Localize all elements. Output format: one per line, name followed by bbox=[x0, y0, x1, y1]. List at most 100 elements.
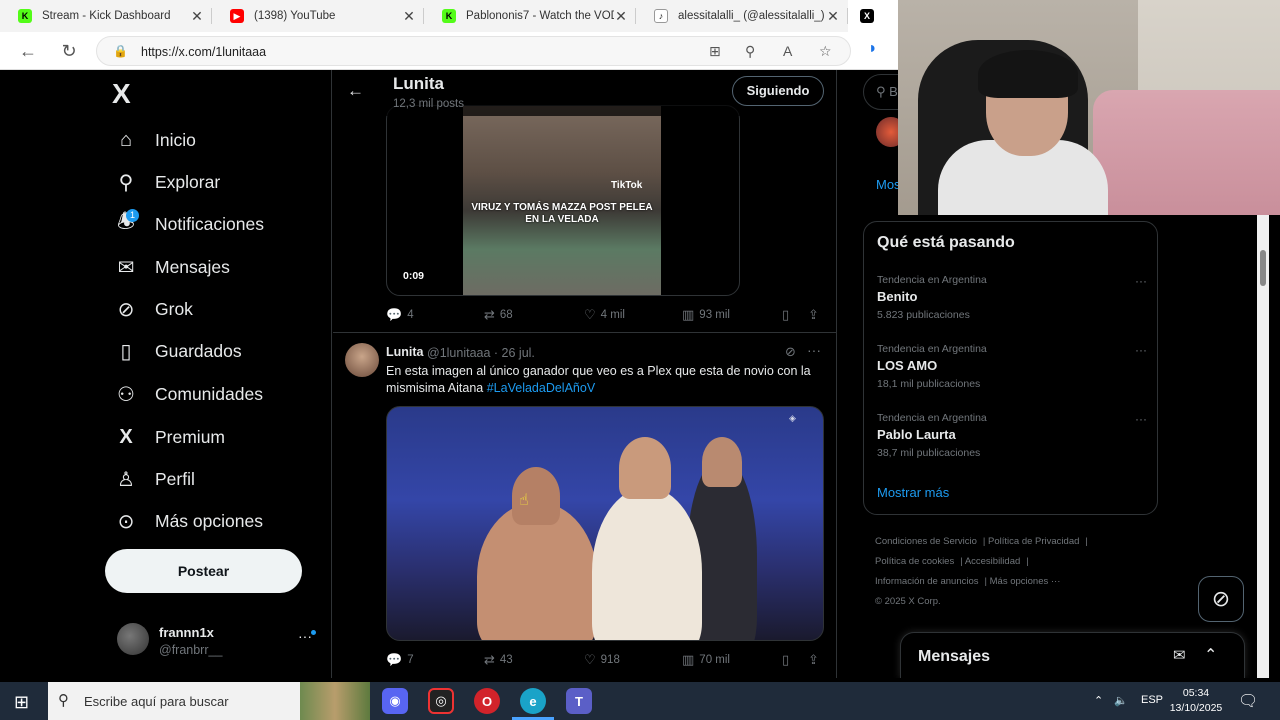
avatar[interactable] bbox=[117, 623, 149, 655]
views-button[interactable]: ▥ 93 mil bbox=[682, 307, 730, 323]
close-tab-icon[interactable]: ✕ bbox=[826, 8, 840, 25]
avatar[interactable] bbox=[345, 343, 379, 377]
like-count: 918 bbox=[600, 654, 620, 666]
trend-item[interactable]: Tendencia en Argentina Benito 5.823 publ… bbox=[877, 274, 1147, 321]
volume-icon[interactable]: 🔈 bbox=[1114, 694, 1128, 707]
close-tab-icon[interactable]: ✕ bbox=[190, 8, 204, 25]
opera-icon[interactable]: O bbox=[474, 688, 500, 714]
back-arrow-icon[interactable]: ← bbox=[347, 81, 364, 101]
obs-icon[interactable]: ◎ bbox=[428, 688, 454, 714]
post-image[interactable]: ◈ bbox=[386, 406, 824, 641]
like-button[interactable]: ♡ 918 bbox=[584, 652, 620, 668]
tray-chevron-icon[interactable]: ⌃ bbox=[1094, 694, 1103, 707]
browser-tab[interactable]: K Pablononis7 - Watch the VOD o ✕ bbox=[424, 0, 636, 32]
mouse-cursor-icon: ☝ bbox=[519, 492, 529, 509]
bell-icon: 🕭 1 bbox=[115, 209, 139, 235]
heart-icon: ♡ bbox=[584, 307, 596, 322]
account-more-icon[interactable]: ··· bbox=[298, 628, 312, 644]
more-icon[interactable]: ··· bbox=[1135, 412, 1147, 426]
show-more-link[interactable]: Mostrar más bbox=[877, 485, 949, 500]
nav-messages[interactable]: ✉ Mensajes bbox=[115, 249, 230, 285]
post-author-name[interactable]: Lunita bbox=[386, 345, 424, 359]
more-icon[interactable]: ··· bbox=[1135, 343, 1147, 357]
account-name[interactable]: frannn1x bbox=[159, 625, 214, 640]
bookmark-button[interactable]: ▯ bbox=[782, 307, 794, 323]
nav-notifications[interactable]: 🕭 1 Notificaciones bbox=[115, 206, 264, 242]
show-more-link[interactable]: Mos bbox=[876, 177, 901, 192]
footer-link[interactable]: Política de cookies bbox=[875, 556, 954, 567]
notification-center-icon[interactable]: 🗨 bbox=[1238, 691, 1258, 711]
like-button[interactable]: ♡ 4 mil bbox=[584, 307, 625, 323]
zoom-icon[interactable]: ⚲ bbox=[745, 43, 755, 60]
nav-communities[interactable]: ⚇ Comunidades bbox=[115, 376, 263, 412]
nav-explore[interactable]: ⚲ Explorar bbox=[115, 164, 221, 200]
more-icon[interactable]: ··· bbox=[807, 342, 821, 358]
following-button[interactable]: Siguiendo bbox=[732, 76, 824, 106]
nav-more-options[interactable]: ⊙ Más opciones bbox=[115, 503, 263, 539]
bookmark-button[interactable]: ▯ bbox=[782, 652, 794, 668]
nav-label: Comunidades bbox=[155, 383, 263, 404]
discord-icon[interactable]: ◉ bbox=[382, 688, 408, 714]
scrollbar-thumb[interactable] bbox=[1260, 250, 1266, 286]
footer-link[interactable]: Condiciones de Servicio bbox=[875, 536, 977, 547]
footer-link[interactable]: Información de anuncios bbox=[875, 576, 979, 587]
expand-chevron-icon[interactable]: ⌃ bbox=[1204, 645, 1217, 665]
back-icon[interactable]: ← bbox=[16, 40, 40, 62]
view-count: 93 mil bbox=[699, 309, 730, 321]
video-media[interactable]: VIRUZ Y TOMÁS MAZZA POST PELEA EN LA VEL… bbox=[386, 105, 740, 296]
new-message-icon[interactable]: ✉ bbox=[1173, 646, 1186, 664]
nav-premium[interactable]: X Premium bbox=[115, 419, 225, 455]
messages-drawer[interactable]: Mensajes ✉ ⌃ bbox=[900, 632, 1245, 678]
read-aloud-icon[interactable]: A bbox=[783, 43, 792, 59]
search-icon: ⚲ bbox=[118, 171, 134, 194]
browser-tab[interactable]: K Stream - Kick Dashboard ✕ bbox=[0, 0, 212, 32]
url-field[interactable]: 🔒 https://x.com/1lunitaaa ⊞ ⚲ A ☆ bbox=[96, 36, 851, 66]
reload-icon[interactable]: ↻ bbox=[57, 40, 81, 62]
post-button[interactable]: Postear bbox=[105, 549, 302, 593]
browser-tab-strip: K Stream - Kick Dashboard ✕ ▶ (1398) You… bbox=[0, 0, 900, 32]
apps-icon[interactable]: ⊞ bbox=[709, 43, 721, 60]
repost-button[interactable]: ⇄ 43 bbox=[484, 652, 513, 668]
grok-icon[interactable]: ⊘ bbox=[785, 344, 796, 360]
edge-icon[interactable]: e bbox=[512, 688, 554, 720]
trend-item[interactable]: Tendencia en Argentina LOS AMO 18,1 mil … bbox=[877, 343, 1147, 390]
views-button[interactable]: ▥ 70 mil bbox=[682, 652, 730, 668]
reply-button[interactable]: 💬 4 bbox=[386, 307, 414, 323]
nav-label: Explorar bbox=[155, 171, 221, 192]
tab-title: Stream - Kick Dashboard bbox=[42, 10, 171, 22]
nav-profile[interactable]: ♙ Perfil bbox=[115, 461, 195, 497]
trend-item[interactable]: Tendencia en Argentina Pablo Laurta 38,7… bbox=[877, 412, 1147, 459]
browser-tab[interactable]: ♪ alessitalalli_ (@alessitalalli_) | Ti … bbox=[636, 0, 848, 32]
share-button[interactable]: ⇪ bbox=[808, 307, 824, 323]
reply-button[interactable]: 💬 7 bbox=[386, 652, 414, 668]
teams-icon[interactable]: T bbox=[566, 688, 592, 714]
page-scrollbar[interactable] bbox=[1257, 145, 1269, 678]
x-logo[interactable]: X bbox=[112, 78, 131, 110]
x-logo-icon: X bbox=[860, 9, 874, 23]
share-button[interactable]: ⇪ bbox=[808, 652, 824, 668]
footer-link[interactable]: Política de Privacidad bbox=[988, 536, 1079, 547]
hashtag-link[interactable]: #LaVeladaDelAñoV bbox=[487, 381, 595, 395]
views-chart-icon: ▥ bbox=[682, 307, 695, 322]
nav-grok[interactable]: ⊘ Grok bbox=[115, 291, 193, 327]
copilot-icon[interactable]: ◗ bbox=[868, 40, 878, 58]
close-tab-icon[interactable]: ✕ bbox=[614, 8, 628, 25]
messages-title: Mensajes bbox=[918, 648, 991, 665]
favorite-star-icon[interactable]: ☆ bbox=[819, 43, 832, 60]
more-icon[interactable]: ··· bbox=[1135, 274, 1147, 288]
post-count: 12,3 mil posts bbox=[393, 98, 464, 110]
windows-start-icon[interactable]: ⊞ bbox=[14, 692, 29, 713]
nav-bookmarks[interactable]: ▯ Guardados bbox=[115, 333, 241, 369]
share-icon: ⇪ bbox=[808, 652, 819, 667]
footer-link[interactable]: Más opciones ··· bbox=[990, 576, 1061, 587]
browser-tab-active[interactable]: X bbox=[848, 0, 900, 32]
close-tab-icon[interactable]: ✕ bbox=[402, 8, 416, 25]
taskbar-clock[interactable]: 05:34 13/10/2025 bbox=[1166, 686, 1226, 716]
taskbar-search[interactable]: ⚲ Escribe aquí para buscar bbox=[48, 682, 300, 720]
repost-button[interactable]: ⇄ 68 bbox=[484, 307, 513, 323]
browser-tab[interactable]: ▶ (1398) YouTube ✕ bbox=[212, 0, 424, 32]
nav-home[interactable]: ⌂ Inicio bbox=[115, 122, 196, 158]
grok-button[interactable]: ⊘ bbox=[1198, 576, 1244, 622]
language-indicator[interactable]: ESP bbox=[1141, 694, 1163, 706]
footer-link[interactable]: Accesibilidad bbox=[965, 556, 1020, 567]
